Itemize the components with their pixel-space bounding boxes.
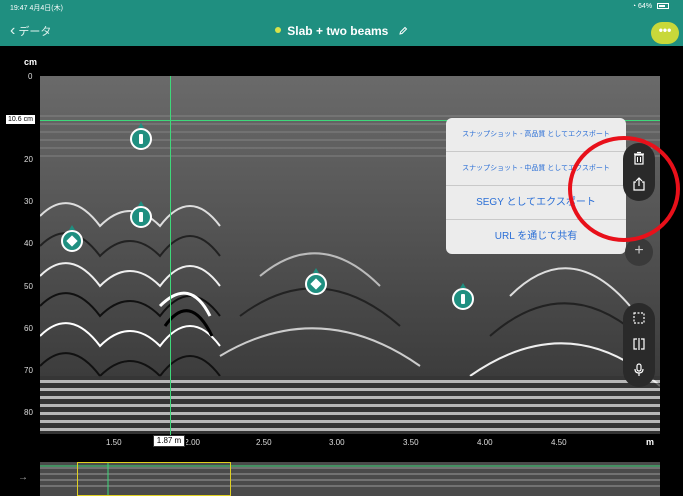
distance-tick: 2.50: [256, 438, 272, 447]
status-time: 19:47: [10, 5, 28, 12]
distance-tick: 2.00: [186, 438, 200, 447]
title-text: Slab + two beams: [287, 24, 389, 38]
add-button[interactable]: +: [625, 238, 653, 266]
distance-tick: 3.50: [403, 438, 419, 447]
app-header: 19:47 4月4日(木) ◔ 64% ‹ データ Slab + two bea…: [0, 0, 683, 46]
select-area-icon[interactable]: [632, 311, 646, 325]
distance-tick: 3.00: [329, 438, 345, 447]
depth-tick: 0: [28, 72, 33, 81]
rebar-icon: [461, 294, 465, 304]
battery-percent: 64%: [638, 3, 653, 10]
status-dot-icon: [275, 27, 282, 33]
microphone-icon[interactable]: [632, 363, 646, 377]
highlight-circle: [568, 136, 680, 242]
more-options-button[interactable]: •••: [651, 22, 679, 44]
split-view-icon[interactable]: [632, 337, 646, 351]
depth-tick: 70: [24, 366, 33, 375]
status-date: 4月4日(木): [29, 5, 63, 12]
rebar-marker[interactable]: [130, 201, 152, 228]
object-marker[interactable]: [61, 225, 83, 252]
position-cursor-line[interactable]: [170, 76, 171, 436]
tool-pill-bottom: [623, 303, 655, 387]
depth-tick: 30: [24, 197, 33, 206]
depth-tick: 20: [24, 155, 33, 164]
arrow-right-icon: →: [18, 472, 28, 483]
page-title[interactable]: Slab + two beams: [0, 24, 683, 38]
object-marker[interactable]: [305, 268, 327, 295]
deep-noise: [40, 376, 660, 434]
distance-axis-unit: m: [646, 437, 655, 447]
distance-tick: 4.50: [551, 438, 567, 447]
depth-tick: 80: [24, 408, 33, 417]
diamond-icon: [310, 278, 322, 290]
depth-tick: 40: [24, 239, 33, 248]
pencil-icon[interactable]: [398, 26, 408, 36]
position-cursor-label: 1.87 m: [153, 435, 185, 447]
rebar-marker[interactable]: [130, 123, 152, 150]
battery-icon: [657, 3, 669, 9]
overview-viewport-window[interactable]: [77, 462, 231, 496]
rebar-marker[interactable]: [452, 283, 474, 310]
wifi-icon: ◔: [631, 3, 637, 10]
depth-tick: 60: [24, 324, 33, 333]
rebar-icon: [139, 134, 143, 144]
depth-cursor-label: 10.6 cm: [6, 115, 35, 124]
distance-tick: 1.50: [106, 438, 122, 447]
distance-tick: 4.00: [477, 438, 493, 447]
depth-axis-unit: cm: [24, 57, 38, 67]
depth-tick: 50: [24, 282, 33, 291]
rebar-icon: [139, 212, 143, 222]
diamond-icon: [66, 235, 78, 247]
status-bar: 19:47 4月4日(木) ◔ 64%: [0, 0, 683, 14]
